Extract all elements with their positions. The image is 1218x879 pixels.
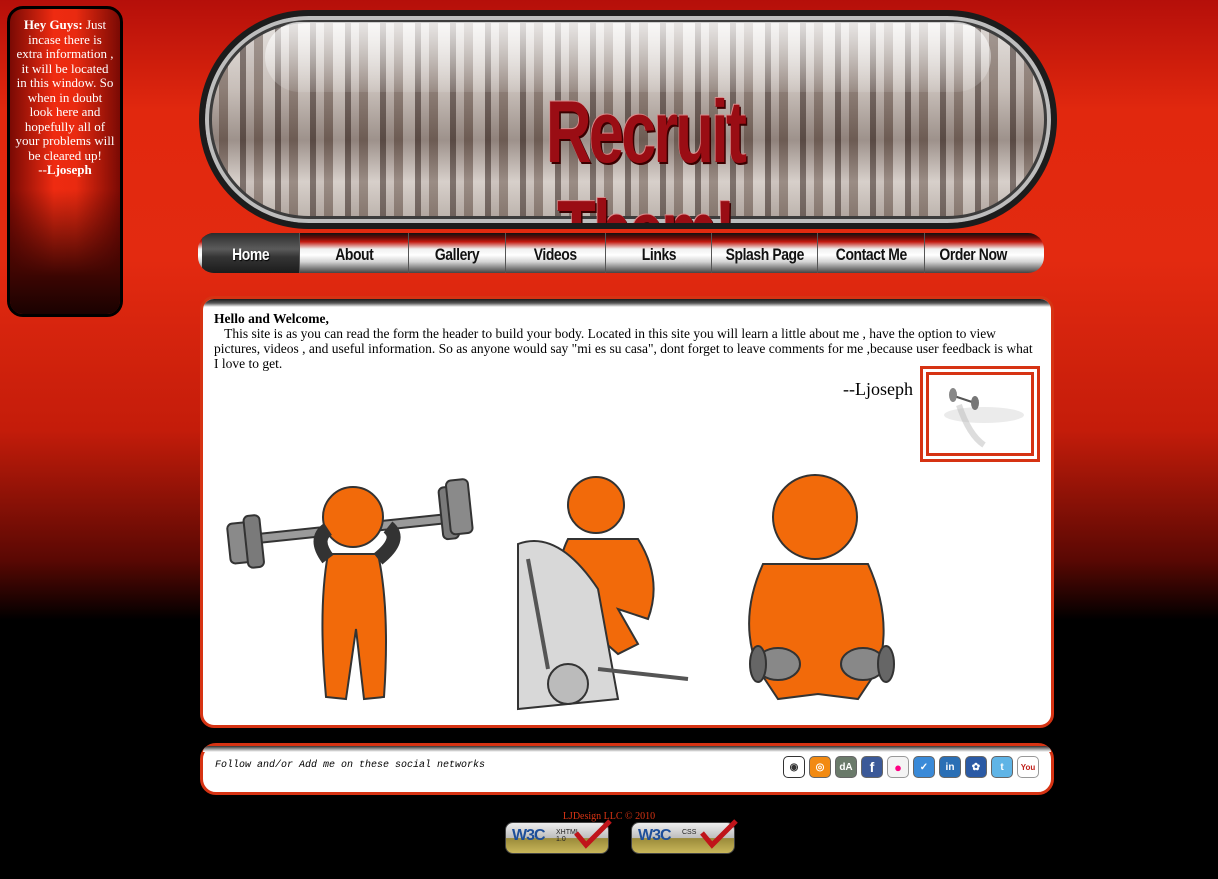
- social-icons: ◉ ◎ dA f ● ✓ in ✿ t You: [783, 756, 1039, 778]
- info-signature: --Ljoseph: [38, 162, 92, 177]
- figure-elliptical: [517, 476, 689, 711]
- xhtml-badge[interactable]: W3C XHTML 1.0: [505, 819, 612, 854]
- barbell-thumbnail-frame: [926, 372, 1034, 456]
- info-body: Just incase there is extra information ,…: [15, 17, 115, 163]
- info-window: Hey Guys: Just incase there is extra inf…: [7, 6, 123, 317]
- info-window-text: Hey Guys: Just incase there is extra inf…: [10, 9, 120, 178]
- content-signature: --Ljoseph: [843, 379, 913, 399]
- exercise-figures: [226, 474, 895, 711]
- twitter-icon[interactable]: t: [991, 756, 1013, 778]
- nav-splash-page[interactable]: Splash Page: [712, 233, 818, 273]
- flickr-icon[interactable]: ●: [887, 756, 909, 778]
- linkedin-icon[interactable]: in: [939, 756, 961, 778]
- welcome-heading: Hello and Welcome,: [214, 311, 329, 326]
- check-icon: [700, 819, 738, 849]
- nav-videos-label: Videos: [534, 245, 577, 264]
- barbell-thumbnail[interactable]: [920, 366, 1040, 462]
- css-badge-w3: W3C: [638, 827, 672, 844]
- facebook-icon[interactable]: f: [861, 756, 883, 778]
- deviantart-icon[interactable]: dA: [835, 756, 857, 778]
- delicious-icon[interactable]: ✓: [913, 756, 935, 778]
- validation-badges: W3C XHTML 1.0 W3C CSS: [505, 819, 738, 854]
- youtube-icon[interactable]: You: [1017, 756, 1039, 778]
- nav-links-label: Links: [641, 245, 676, 264]
- welcome-paragraph: This site is as you can read the form th…: [214, 326, 1033, 371]
- nav-order-now-label: Order Now: [939, 245, 1007, 264]
- xhtml-badge-w3: W3C: [512, 827, 546, 844]
- welcome-block: Hello and Welcome, This site is as you c…: [214, 311, 1040, 371]
- nav-contact-me[interactable]: Contact Me: [818, 233, 925, 273]
- nav-videos[interactable]: Videos: [506, 233, 606, 273]
- rss-icon[interactable]: ◎: [809, 756, 831, 778]
- site-title: Recruit Them!: [545, 82, 747, 223]
- info-heading: Hey Guys:: [23, 17, 83, 32]
- nav-home-label: Home: [231, 245, 270, 264]
- css-badge[interactable]: W3C CSS: [631, 819, 738, 854]
- nav-order-now[interactable]: Order Now: [925, 233, 1021, 273]
- main-nav: Home About Gallery Videos Links Splash P…: [198, 233, 1044, 273]
- myspace-icon[interactable]: ✿: [965, 756, 987, 778]
- xhtml-badge-kind-line2: 1.0: [556, 836, 566, 843]
- social-caption: Follow and/or Add me on these social net…: [215, 760, 486, 771]
- nav-about[interactable]: About: [300, 233, 409, 273]
- nav-contact-me-label: Contact Me: [835, 245, 907, 264]
- check-icon: [574, 819, 612, 849]
- camera-icon[interactable]: ◉: [783, 756, 805, 778]
- nav-splash-page-label: Splash Page: [725, 245, 804, 264]
- nav-about-label: About: [334, 245, 374, 264]
- header-banner: Recruit Them!: [199, 10, 1057, 229]
- content-panel: Hello and Welcome, This site is as you c…: [200, 296, 1054, 728]
- nav-links[interactable]: Links: [606, 233, 712, 273]
- css-badge-kind: CSS: [682, 829, 696, 836]
- figure-barbell: [226, 478, 474, 701]
- css-badge-kind-line1: CSS: [682, 829, 697, 836]
- nav-home[interactable]: Home: [202, 233, 300, 273]
- nav-gallery-label: Gallery: [434, 245, 480, 264]
- figure-sitting-dumbbells: [748, 474, 895, 701]
- barbell-icon: [944, 388, 1024, 448]
- nav-gallery[interactable]: Gallery: [409, 233, 506, 273]
- social-bar: Follow and/or Add me on these social net…: [200, 743, 1054, 795]
